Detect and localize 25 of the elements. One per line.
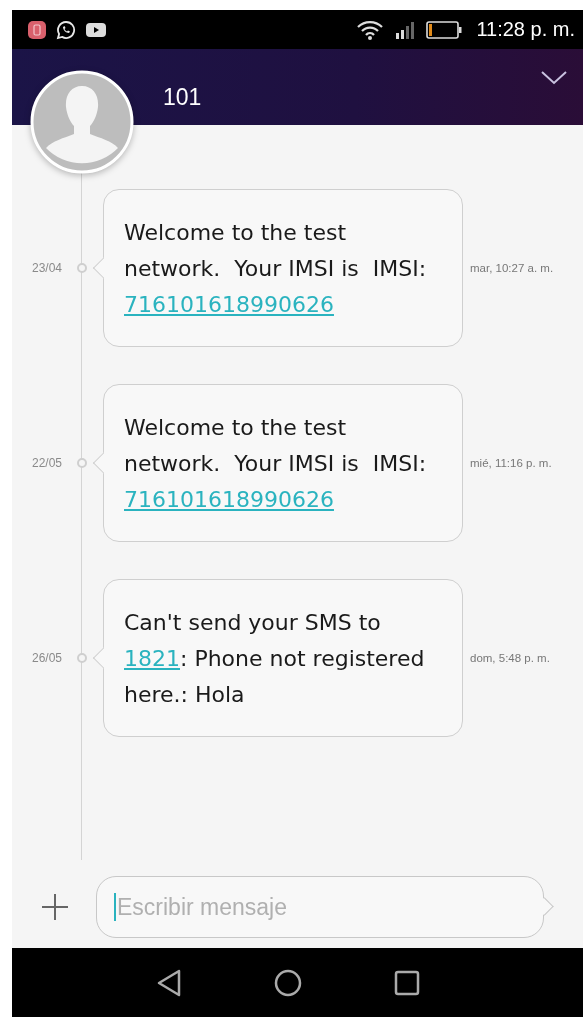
battery-icon bbox=[426, 20, 463, 39]
play-icon bbox=[86, 22, 106, 37]
message-date: 23/04 bbox=[32, 261, 64, 275]
message-field[interactable]: Escribir mensaje bbox=[96, 876, 544, 938]
message-date: 22/05 bbox=[32, 456, 64, 470]
recents-icon[interactable] bbox=[393, 969, 420, 996]
wifi-icon bbox=[356, 18, 385, 41]
message-time: mié, 11:16 p. m. bbox=[470, 457, 552, 469]
app-notification-icon bbox=[28, 20, 46, 39]
message-time: mar, 10:27 a. m. bbox=[470, 262, 554, 274]
message-text: Welcome to the test network. Your IMSI is IMSI: 716101618990626 bbox=[124, 414, 428, 514]
avatar-icon bbox=[30, 70, 134, 174]
text-cursor bbox=[114, 893, 116, 921]
chevron-down-icon[interactable] bbox=[541, 71, 567, 85]
contact-name: 101 bbox=[163, 83, 202, 111]
clock-time: 11:28 p. m. bbox=[476, 18, 575, 41]
back-icon[interactable] bbox=[155, 968, 182, 997]
plus-icon[interactable] bbox=[41, 893, 69, 921]
message-text: Can't send your SMS to 1821: Phone not registered here.: Hola bbox=[124, 609, 426, 709]
signal-icon bbox=[394, 20, 417, 39]
message-date: 26/05 bbox=[32, 651, 64, 665]
home-icon[interactable] bbox=[273, 968, 302, 997]
message-time: dom, 5:48 p. m. bbox=[470, 652, 550, 664]
message-text: Welcome to the test network. Your IMSI is IMSI: 716101618990626 bbox=[124, 219, 428, 319]
chat-bubble-icon bbox=[56, 19, 76, 40]
